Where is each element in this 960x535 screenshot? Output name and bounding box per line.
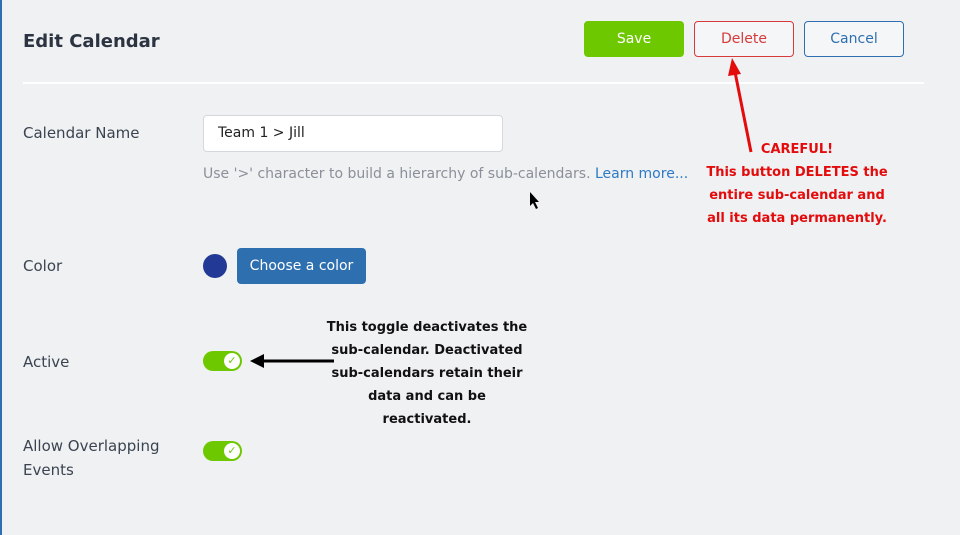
arrow-left-icon xyxy=(250,354,334,368)
annotation-arrows xyxy=(250,58,753,368)
arrow-up-icon xyxy=(728,58,753,153)
cursor-icon xyxy=(530,192,539,209)
